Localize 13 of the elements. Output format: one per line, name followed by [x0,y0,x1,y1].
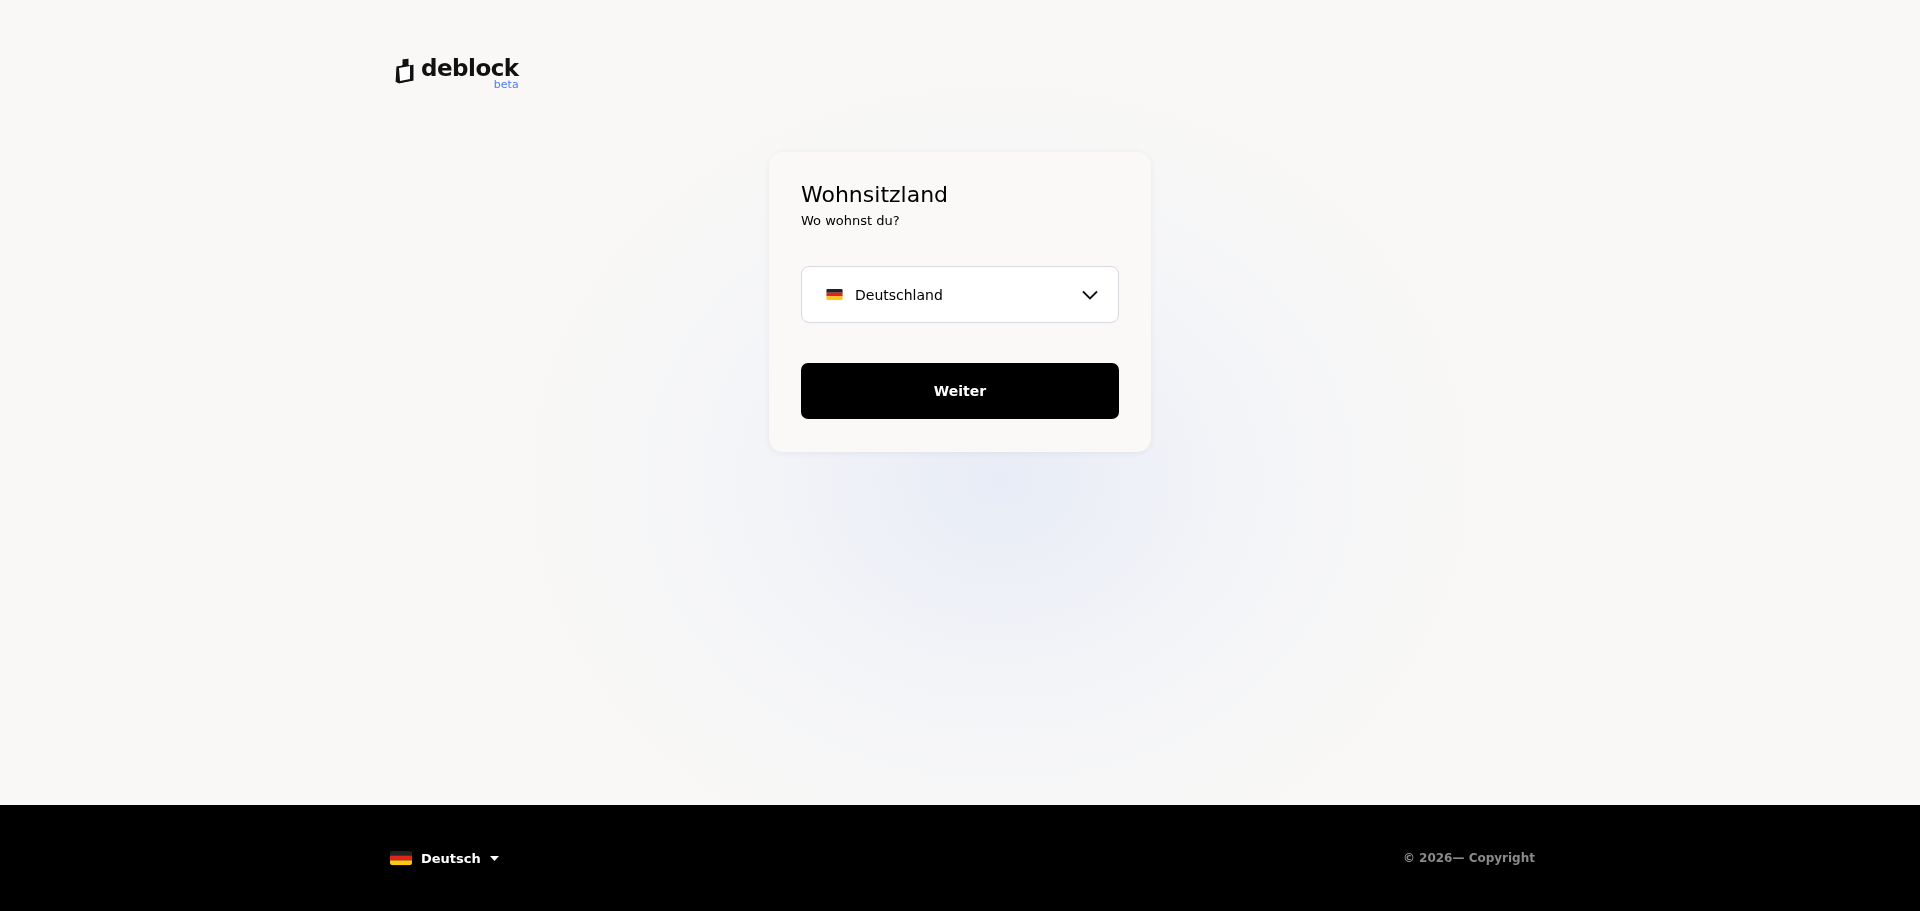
logo-icon [393,57,417,87]
caret-icon [489,855,499,861]
card-title: Wohnsitzland [801,182,950,207]
flag-icon [390,850,412,866]
chevron-down-icon [1082,289,1098,300]
language-selector[interactable]: Deutsch [390,850,499,866]
flag-icon [826,289,843,300]
continue-button[interactable]: Weiter [801,363,1119,419]
copyright-text: © 2026— Copyright [1402,851,1535,865]
country-select[interactable]: Deutschland [801,266,1119,323]
card-subtitle: Wo wohnst du? [801,213,901,228]
logo-text: deblock [421,57,519,80]
beta-label: beta [493,79,519,90]
